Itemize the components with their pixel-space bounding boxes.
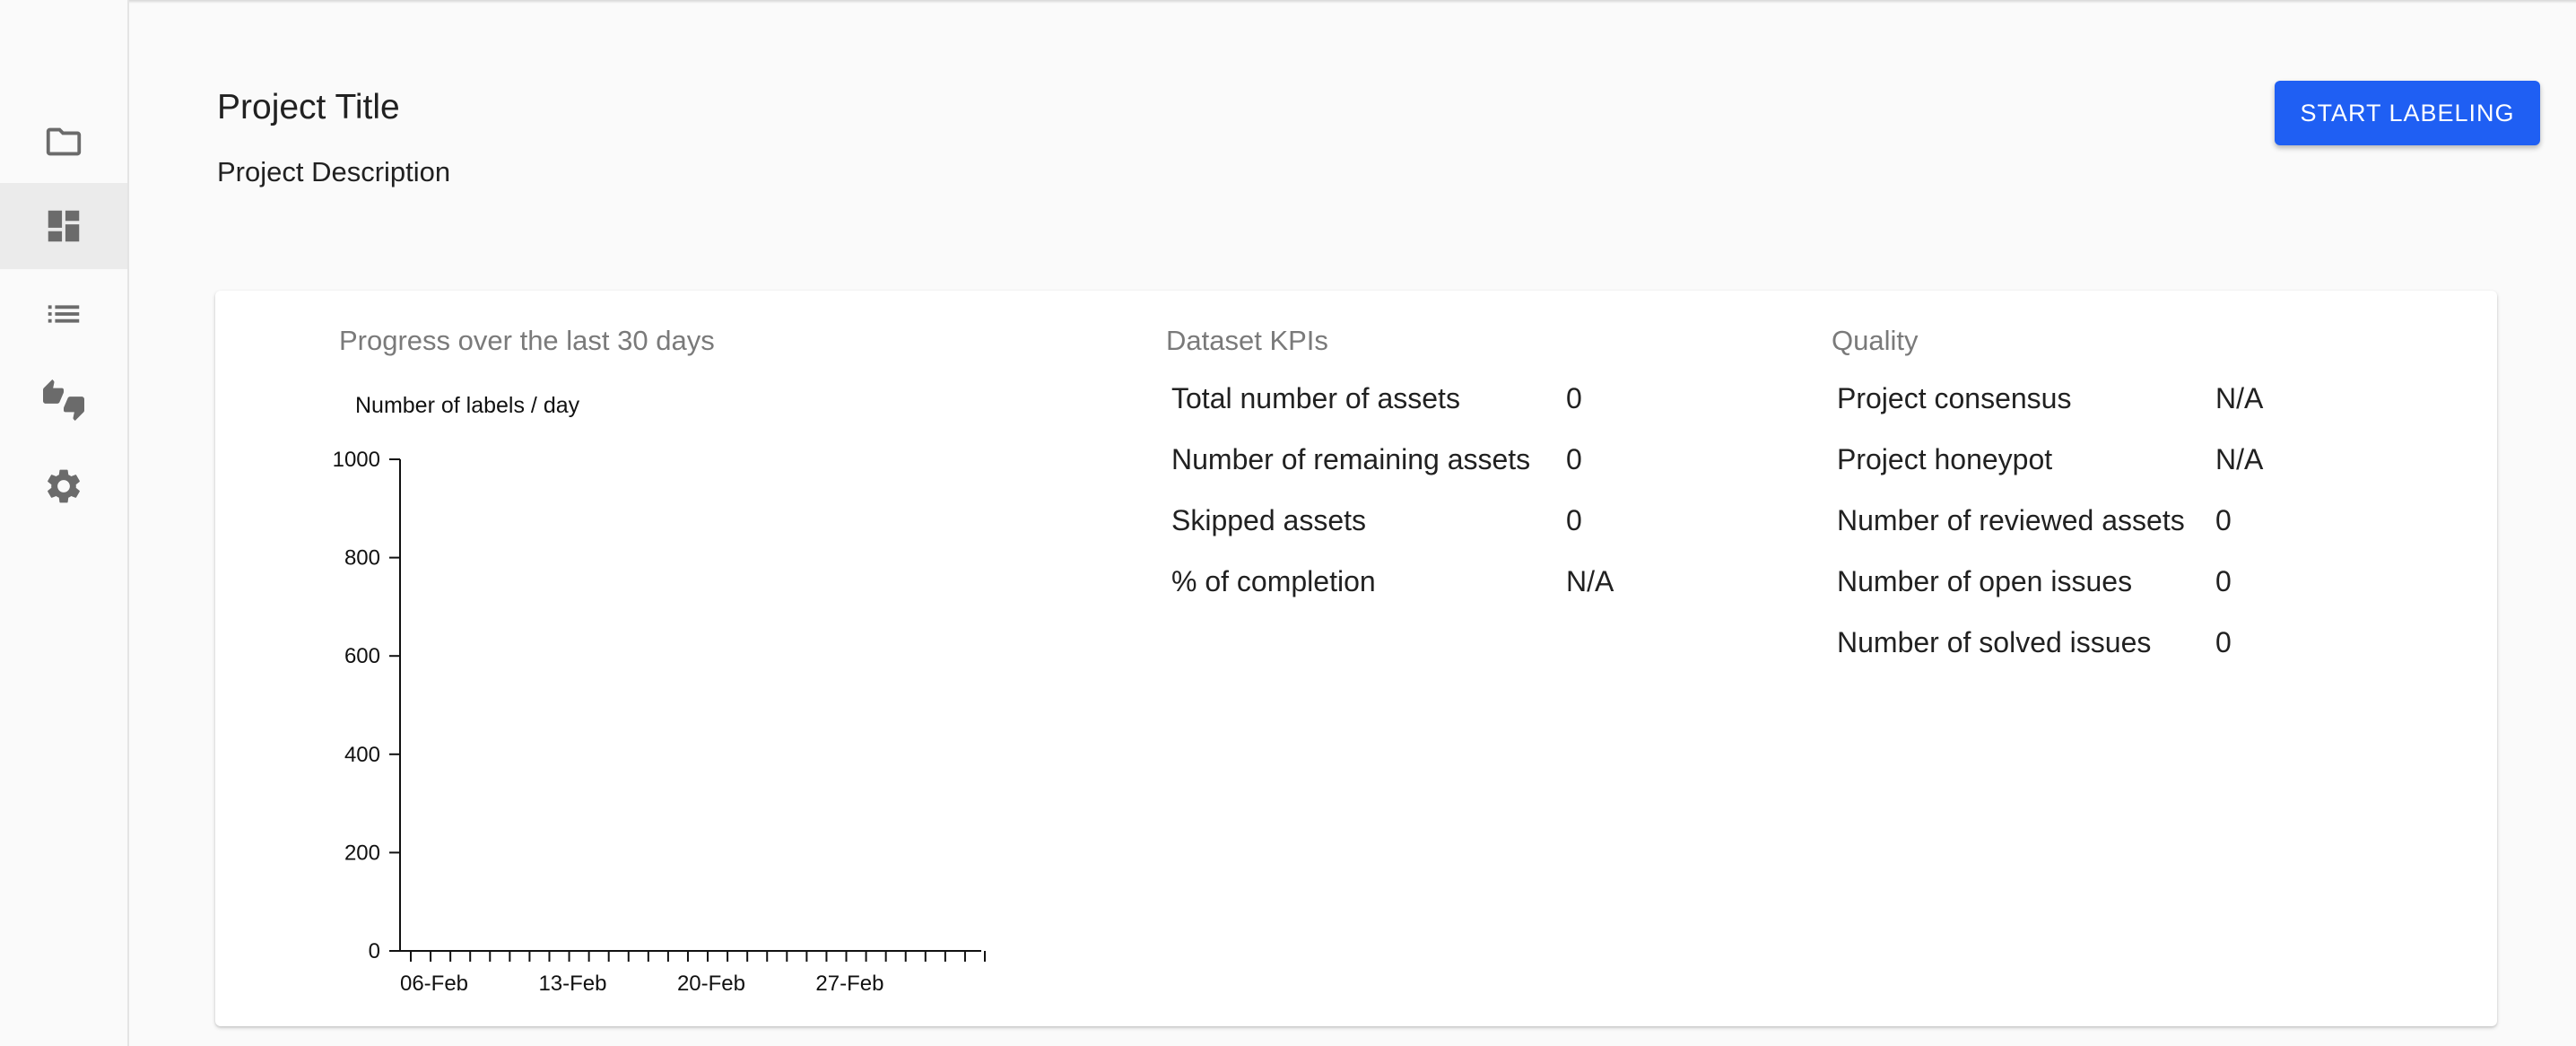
kpi-value: N/A	[1566, 564, 1614, 597]
kpi-row: % of completion N/A	[1166, 551, 1619, 612]
folder-icon	[46, 127, 82, 156]
y-tick-label: 400	[344, 743, 380, 767]
dataset-kpis-heading: Dataset KPIs	[1166, 325, 1328, 356]
quality-label: Number of solved issues	[1837, 625, 2152, 658]
page-description: Project Description	[217, 156, 451, 187]
dataset-kpis-table: Total number of assets 0 Number of remai…	[1166, 368, 1619, 612]
quality-row: Project honeypot N/A	[1832, 429, 2268, 490]
quality-label: Number of open issues	[1837, 564, 2133, 597]
page-title: Project Title	[217, 88, 400, 126]
quality-value: 0	[2215, 625, 2232, 658]
quality-row: Number of solved issues 0	[1832, 612, 2268, 673]
quality-value: N/A	[2215, 381, 2264, 414]
settings-gear-icon	[48, 469, 80, 503]
quality-row: Number of reviewed assets 0	[1832, 490, 2268, 551]
quality-label: Project consensus	[1837, 381, 2072, 414]
x-tick-label: 06-Feb	[400, 972, 468, 996]
start-labeling-button[interactable]: START LABELING	[2275, 81, 2540, 145]
y-tick-label: 0	[369, 939, 380, 963]
y-tick-label: 1000	[333, 448, 380, 472]
kpi-label: Skipped assets	[1171, 503, 1367, 536]
kpi-value: 0	[1566, 503, 1582, 536]
kpi-label: % of completion	[1171, 564, 1376, 597]
quality-label: Number of reviewed assets	[1837, 503, 2185, 536]
sidebar-item-settings[interactable]	[0, 443, 127, 529]
kpi-label: Number of remaining assets	[1171, 442, 1531, 475]
x-tick-label: 20-Feb	[677, 972, 745, 996]
sidebar-item-assets-list[interactable]	[0, 271, 127, 357]
y-tick-label: 200	[344, 841, 380, 865]
quality-value: N/A	[2215, 442, 2264, 475]
kpi-row: Total number of assets 0	[1166, 368, 1619, 429]
progress-heading: Progress over the last 30 days	[339, 325, 715, 356]
chart-y-axis-label: Number of labels / day	[355, 393, 580, 418]
progress-chart: 0 200 400 600 800 1000 06-Feb 13-Feb 20-Feb 27-Fe…	[333, 448, 986, 996]
sidebar-item-projects[interactable]	[0, 99, 127, 185]
quality-label: Project honeypot	[1837, 442, 2053, 475]
x-tick-label: 13-Feb	[538, 972, 606, 996]
dashboard-icon	[48, 210, 80, 242]
quality-value: 0	[2215, 564, 2232, 597]
quality-row: Number of open issues 0	[1832, 551, 2268, 612]
kpi-label: Total number of assets	[1171, 381, 1460, 414]
y-tick-label: 800	[344, 546, 380, 571]
sidebar-item-dashboard[interactable]	[0, 183, 127, 269]
quality-heading: Quality	[1832, 325, 1919, 356]
list-icon	[48, 305, 80, 323]
top-shadow	[0, 0, 2576, 4]
y-tick-label: 600	[344, 644, 380, 668]
quality-value: 0	[2215, 503, 2232, 536]
x-tick-label: 27-Feb	[815, 972, 883, 996]
sidebar-item-quality[interactable]	[0, 357, 127, 443]
quality-table: Project consensus N/A Project honeypot N…	[1832, 368, 2268, 673]
thumbs-up-down-icon	[43, 379, 84, 421]
kpi-row: Skipped assets 0	[1166, 490, 1619, 551]
quality-row: Project consensus N/A	[1832, 368, 2268, 429]
sidebar	[0, 0, 129, 1046]
kpi-value: 0	[1566, 381, 1582, 414]
kpi-row: Number of remaining assets 0	[1166, 429, 1619, 490]
kpi-value: 0	[1566, 442, 1582, 475]
